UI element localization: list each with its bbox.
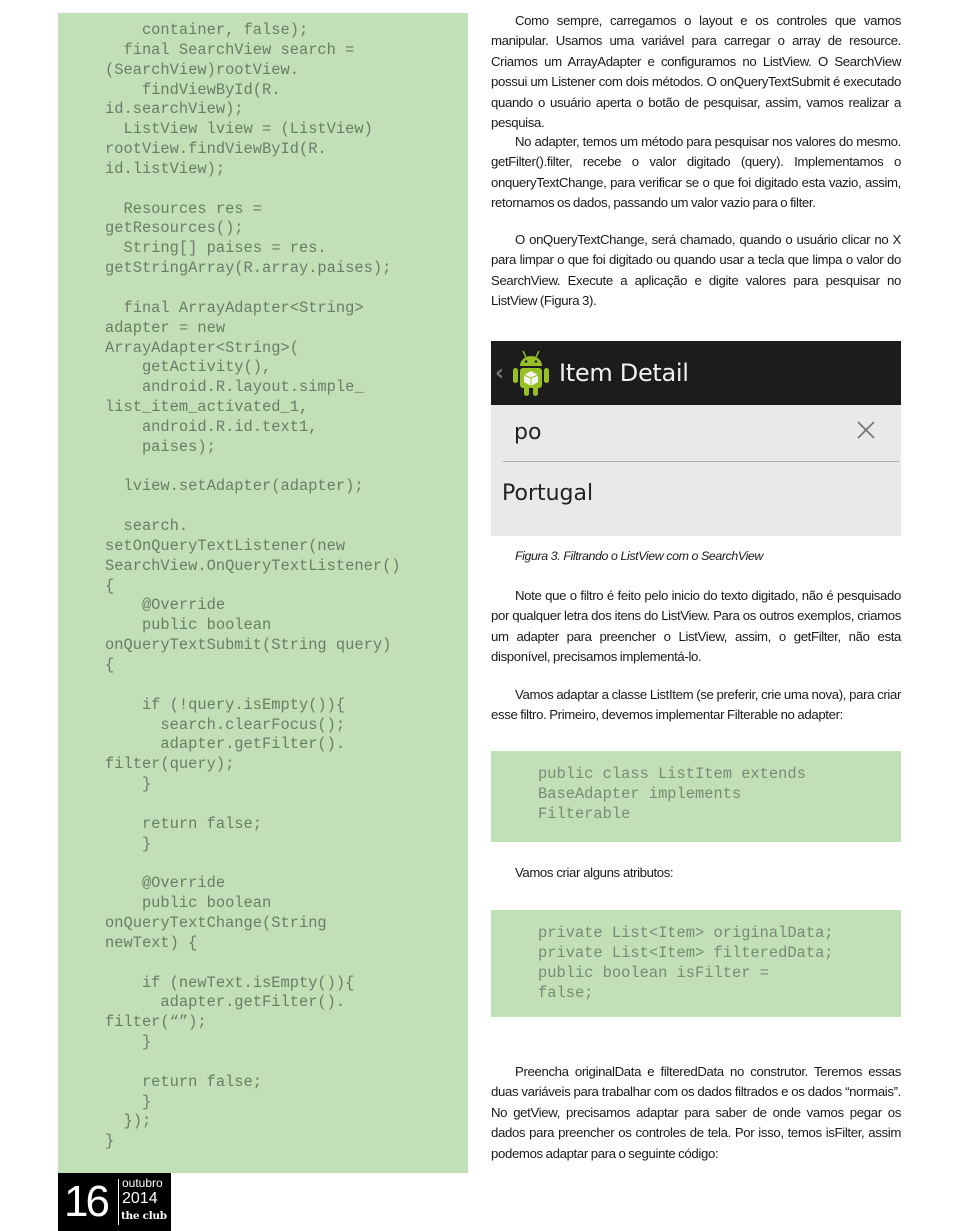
paragraph-3: O onQueryTextChange, será chamado, quand… bbox=[491, 232, 901, 309]
code-line: adapter.getFilter(). bbox=[105, 993, 346, 1012]
page-number: 16 bbox=[64, 1177, 110, 1226]
code-line: if (!query.isEmpty()){ bbox=[105, 695, 346, 714]
code-line: android.R.id.text1, bbox=[105, 417, 318, 436]
code-line: id.listView); bbox=[105, 159, 226, 178]
code-line: adapter.getFilter(). bbox=[105, 735, 346, 754]
chevron-left-icon[interactable]: ‹ bbox=[495, 361, 507, 386]
code-line: filter(“”); bbox=[105, 1013, 207, 1032]
code-line: findViewById(R. bbox=[105, 80, 281, 99]
code-line: adapter = new bbox=[105, 318, 226, 337]
code-line: list_item_activated_1, bbox=[105, 398, 309, 417]
brand-logo: the club bbox=[121, 1210, 167, 1222]
code-line: public boolean bbox=[105, 616, 272, 635]
code-line: String[] paises = res. bbox=[105, 239, 327, 258]
code-line: ArrayAdapter<String>( bbox=[105, 338, 299, 357]
code-line: } bbox=[105, 1033, 152, 1052]
code-line: Resources res = bbox=[105, 199, 263, 218]
code-block-left: container, false); final SearchView sear… bbox=[58, 13, 468, 1173]
code-line: getActivity(), bbox=[105, 358, 272, 377]
code-line: private List<Item> filteredData; bbox=[538, 943, 834, 962]
search-query-text[interactable]: po bbox=[514, 420, 541, 445]
paragraph-5: Vamos adaptar a classe ListItem (se pref… bbox=[491, 687, 901, 723]
code-line: BaseAdapter implements bbox=[538, 784, 742, 803]
code-line: { bbox=[105, 656, 115, 674]
code-line: getResources(); bbox=[105, 219, 244, 238]
attributes-label: Vamos criar alguns atributos: bbox=[515, 865, 674, 880]
code-line: final ArrayAdapter<String> bbox=[105, 298, 364, 317]
code-line: } bbox=[105, 1092, 152, 1111]
code-line: @Override bbox=[105, 596, 226, 615]
figure-screenshot: ‹ Item Detail po Portugal bbox=[491, 341, 901, 536]
code-line: final SearchView search = bbox=[105, 40, 355, 59]
code-line: onQueryTextChange(String bbox=[105, 913, 327, 932]
code-line: public class ListItem extends bbox=[538, 765, 806, 783]
code-line: filter(query); bbox=[105, 755, 235, 774]
footer-year: 2014 bbox=[122, 1190, 158, 1207]
code-line: } bbox=[105, 775, 152, 794]
code-line: getStringArray(R.array.paises); bbox=[105, 259, 392, 278]
code-line: lview.setAdapter(adapter); bbox=[105, 477, 364, 496]
code-line: { bbox=[105, 576, 115, 595]
code-line: if (newText.isEmpty()){ bbox=[105, 973, 355, 992]
action-bar: ‹ Item Detail bbox=[491, 341, 901, 405]
code-line: public boolean bbox=[105, 894, 272, 913]
code-line: } bbox=[105, 1132, 115, 1151]
code-line: search.clearFocus(); bbox=[105, 715, 346, 734]
code-line: }); bbox=[105, 1112, 152, 1131]
code-line: onQueryTextSubmit(String query) bbox=[105, 636, 392, 655]
code-line: return false; bbox=[105, 814, 263, 833]
code-line: private List<Item> originalData; bbox=[538, 924, 834, 942]
code-line: ListView lview = (ListView) bbox=[105, 120, 373, 139]
search-input[interactable]: po bbox=[503, 405, 899, 462]
code-block-attributes: private List<Item> originalData; private … bbox=[491, 910, 901, 1017]
code-block-class-declaration: public class ListItem extends BaseAdapter… bbox=[491, 751, 901, 842]
close-icon[interactable] bbox=[855, 419, 877, 441]
code-line: return false; bbox=[105, 1072, 263, 1091]
code-line: paises); bbox=[105, 437, 216, 456]
code-line: false; bbox=[538, 983, 594, 1002]
paragraph-4: Note que o filtro é feito pelo inicio do… bbox=[491, 588, 901, 665]
code-line: Filterable bbox=[538, 804, 631, 823]
code-line: (SearchView)rootView. bbox=[105, 60, 299, 79]
paragraph-6: Preencha originalData e filteredData no … bbox=[491, 1064, 901, 1161]
footer-divider bbox=[118, 1179, 119, 1225]
code-line: @Override bbox=[105, 874, 226, 893]
code-line: newText) { bbox=[105, 933, 198, 952]
figure-caption: Figura 3. Filtrando o ListView com o Sea… bbox=[515, 549, 763, 563]
paragraph-1: Como sempre, carregamos o layout e os co… bbox=[491, 13, 901, 131]
code-line: search. bbox=[105, 517, 189, 536]
code-line: setOnQueryTextListener(new bbox=[105, 536, 346, 555]
list-item[interactable]: Portugal bbox=[502, 481, 593, 506]
code-line: } bbox=[105, 834, 152, 853]
code-line: rootView.findViewById(R. bbox=[105, 140, 327, 159]
page-footer: 16 outubro 2014 the club bbox=[58, 1173, 171, 1231]
code-line: android.R.layout.simple_ bbox=[105, 378, 364, 397]
android-icon bbox=[513, 350, 549, 396]
footer-month: outubro bbox=[122, 1176, 163, 1190]
code-line: id.searchView); bbox=[105, 100, 244, 119]
code-line: SearchView.OnQueryTextListener() bbox=[105, 556, 401, 575]
actionbar-title: Item Detail bbox=[559, 359, 689, 387]
code-line: container, false); bbox=[105, 21, 309, 39]
paragraph-2: No adapter, temos um método para pesquis… bbox=[491, 134, 901, 211]
code-line: public boolean isFilter = bbox=[538, 963, 769, 982]
